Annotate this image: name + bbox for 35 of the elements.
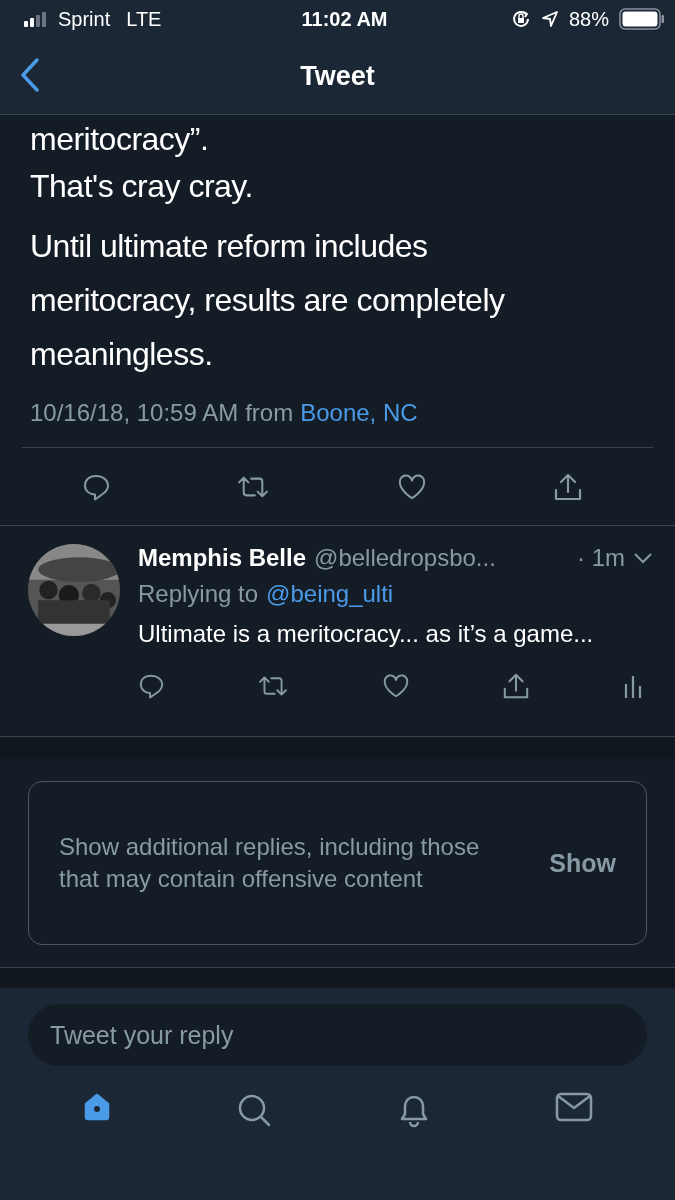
tweet-text: Until ultimate reform includes meritocracy, results are completely meaningless. <box>30 227 506 374</box>
share-icon[interactable] <box>502 672 531 700</box>
reply-icon[interactable] <box>138 673 164 699</box>
tweet-timestamp: 10/16/18, 10:59 AM <box>30 399 239 427</box>
messages-tab[interactable] <box>554 1092 593 1122</box>
replying-label: Replying to <box>138 580 259 608</box>
page-title: Tweet <box>300 60 375 92</box>
analytics-icon[interactable] <box>623 674 643 698</box>
author-handle: @belledropsbo... <box>314 544 496 572</box>
back-button[interactable] <box>20 58 40 95</box>
status-time: 11:02 AM <box>301 7 388 31</box>
reply-icon[interactable] <box>82 472 110 501</box>
retweet-icon[interactable] <box>256 674 289 698</box>
hidden-replies-notice: Show additional replies, including those that may contain offensive content <box>59 832 481 894</box>
network-type: LTE <box>126 7 162 31</box>
search-tab[interactable] <box>236 1092 273 1128</box>
mention-link[interactable]: @being_ulti <box>266 580 394 608</box>
location-link[interactable]: Boone, NC <box>300 399 418 427</box>
heart-icon[interactable] <box>381 674 410 698</box>
reply-text: Ultimate is a meritocracy... as it’s a game... <box>138 619 595 649</box>
battery-icon <box>619 8 665 30</box>
chevron-down-icon[interactable] <box>633 552 653 564</box>
location-arrow-icon <box>540 10 559 28</box>
share-icon[interactable] <box>553 471 583 502</box>
battery-percent: 88% <box>568 7 609 31</box>
rotation-lock-icon <box>510 9 531 29</box>
heart-icon[interactable] <box>396 473 427 500</box>
tweet-text: That's cray cray. <box>30 167 254 206</box>
reply-input[interactable]: Tweet your reply <box>28 1004 647 1066</box>
carrier-name: Sprint <box>58 7 111 31</box>
tweet-text: meritocracy”. <box>30 120 210 159</box>
author-name: Memphis Belle <box>138 544 307 572</box>
reply-time: · 1m <box>577 544 625 572</box>
show-button[interactable]: Show <box>549 848 616 878</box>
source-label: from <box>245 399 294 427</box>
